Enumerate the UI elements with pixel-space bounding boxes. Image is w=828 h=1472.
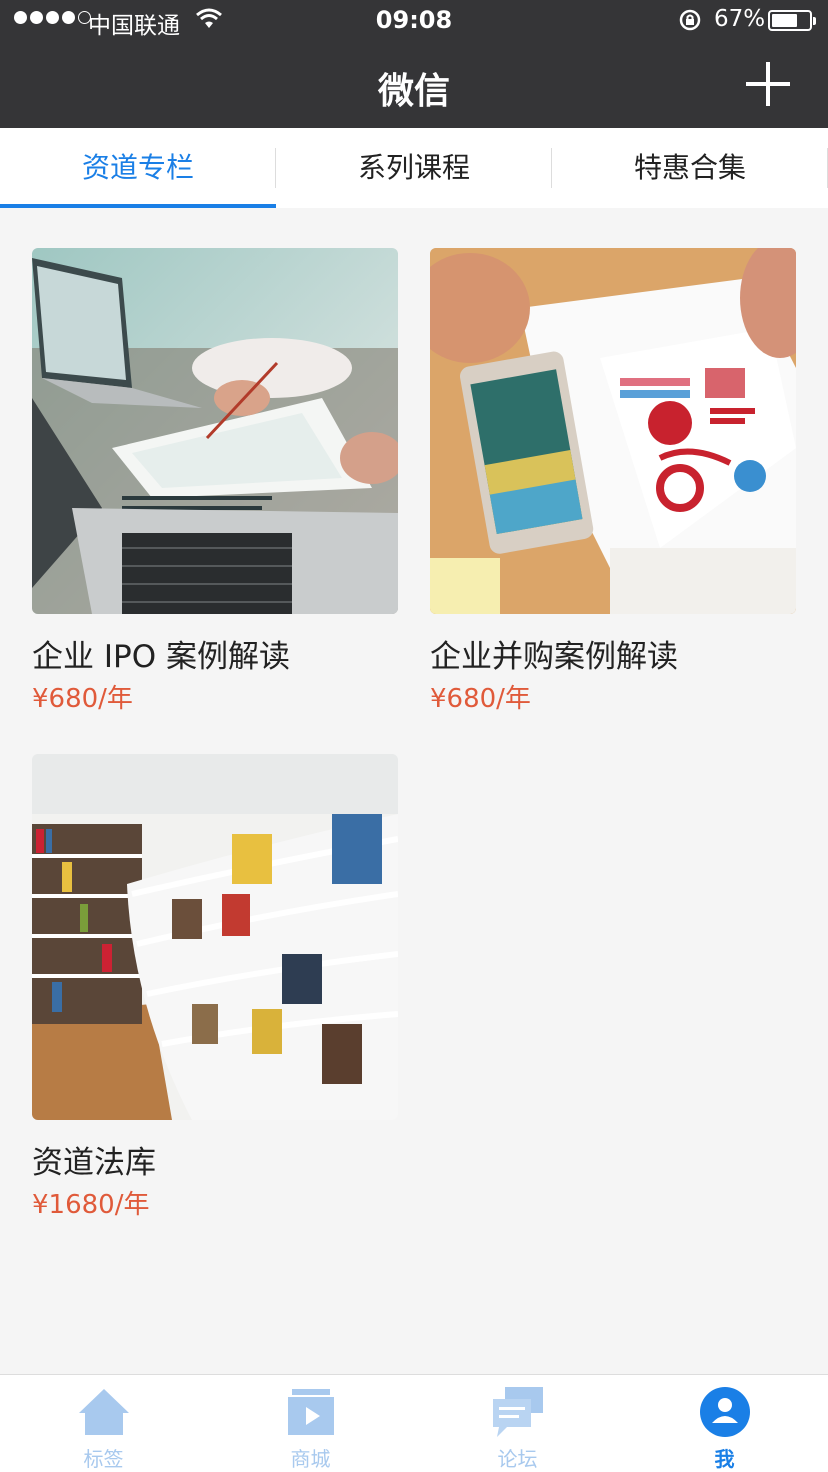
tabbar-label: 论坛 — [497, 1447, 538, 1471]
product-card[interactable]: 企业并购案例解读 ¥680/年 — [430, 248, 796, 716]
tab-zidao-column[interactable]: 资道专栏 — [0, 128, 276, 208]
tabbar-label: 我 — [714, 1447, 735, 1471]
product-price: ¥680/年 — [430, 684, 531, 714]
tabbar-item-forum[interactable]: 论坛 — [414, 1375, 621, 1472]
category-tabs: 资道专栏 系列课程 特惠合集 — [0, 128, 828, 208]
bottom-tab-bar: 标签 商城 论坛 我 — [0, 1374, 828, 1472]
library-bookshelves-photo — [32, 754, 398, 1120]
status-bar: 中国联通 09:08 67% — [0, 0, 828, 40]
tab-special-offers[interactable]: 特惠合集 — [552, 128, 828, 208]
product-price: ¥680/年 — [32, 684, 133, 714]
laptops-on-desk-photo — [32, 248, 398, 614]
home-icon — [78, 1389, 129, 1435]
product-card[interactable]: 资道法库 ¥1680/年 — [32, 754, 398, 1222]
clock: 09:08 — [375, 6, 453, 34]
battery-percentage: 67% — [714, 6, 766, 32]
tabbar-item-shop[interactable]: 商城 — [207, 1375, 414, 1472]
tab-label: 资道专栏 — [81, 151, 194, 184]
tab-label: 系列课程 — [357, 151, 470, 184]
tabbar-label: 标签 — [83, 1447, 124, 1471]
product-name: 资道法库 — [32, 1145, 156, 1181]
tabbar-item-tags[interactable]: 标签 — [0, 1375, 207, 1472]
top-bar: 中国联通 09:08 67% 微信 — [0, 0, 828, 128]
tab-series-courses[interactable]: 系列课程 — [276, 128, 552, 208]
product-card[interactable]: 企业 IPO 案例解读 ¥680/年 — [32, 248, 398, 716]
forum-chat-icon — [492, 1387, 543, 1437]
shop-video-icon — [287, 1389, 334, 1435]
product-name: 企业并购案例解读 — [430, 639, 678, 675]
product-name: 企业 IPO 案例解读 — [32, 639, 290, 675]
page-title: 微信 — [377, 71, 450, 112]
tabbar-item-me[interactable]: 我 — [621, 1375, 828, 1472]
rotation-lock-icon — [679, 9, 701, 31]
battery-icon — [768, 10, 816, 31]
tabbar-label: 商城 — [290, 1447, 331, 1471]
product-price: ¥1680/年 — [32, 1190, 150, 1220]
user-profile-icon — [699, 1387, 750, 1437]
tablet-with-charts-photo — [430, 248, 796, 614]
plus-icon[interactable] — [746, 62, 790, 106]
tab-label: 特惠合集 — [633, 151, 746, 184]
